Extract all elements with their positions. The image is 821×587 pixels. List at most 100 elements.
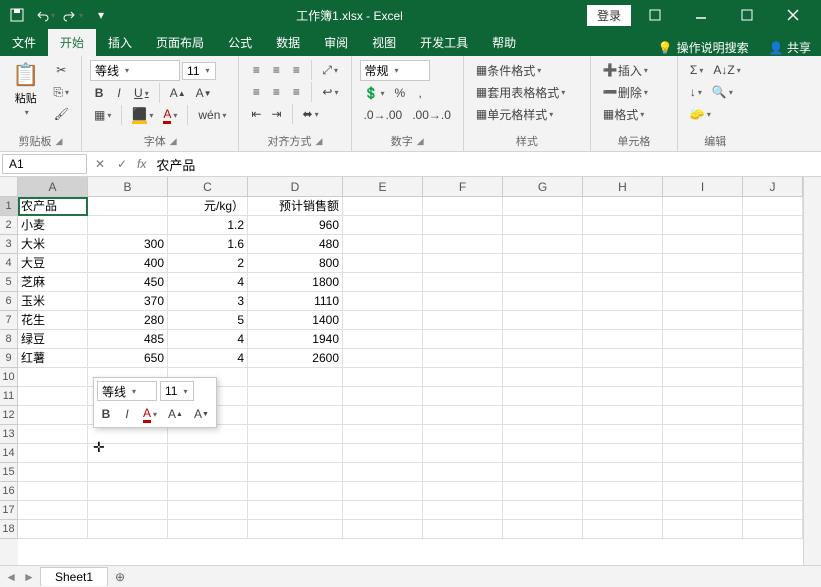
cell[interactable] xyxy=(583,406,663,425)
cell[interactable] xyxy=(423,254,503,273)
cell[interactable]: 1110 xyxy=(248,292,343,311)
currency-icon[interactable]: 💲▾ xyxy=(360,83,389,103)
cell[interactable] xyxy=(343,349,423,368)
fx-icon[interactable]: fx xyxy=(133,157,150,171)
cell[interactable] xyxy=(18,387,88,406)
cell[interactable] xyxy=(583,501,663,520)
row-header[interactable]: 2 xyxy=(0,216,18,235)
cell[interactable] xyxy=(663,406,743,425)
cell[interactable] xyxy=(343,444,423,463)
ribbon-options-icon[interactable] xyxy=(633,0,677,30)
cell[interactable] xyxy=(583,254,663,273)
cell[interactable] xyxy=(743,501,803,520)
cell[interactable] xyxy=(663,368,743,387)
cell[interactable]: 预计销售额 xyxy=(248,197,343,216)
cell[interactable] xyxy=(583,197,663,216)
cell[interactable] xyxy=(583,292,663,311)
cell[interactable] xyxy=(663,330,743,349)
cell[interactable] xyxy=(168,482,248,501)
cell[interactable] xyxy=(503,197,583,216)
tab-开发工具[interactable]: 开发工具 xyxy=(408,29,480,56)
cell[interactable]: 5 xyxy=(168,311,248,330)
cell[interactable]: 小麦 xyxy=(18,216,88,235)
sort-filter-icon[interactable]: A↓Z▾ xyxy=(709,60,744,80)
cell[interactable]: 4 xyxy=(168,330,248,349)
row-header[interactable]: 5 xyxy=(0,273,18,292)
cell[interactable] xyxy=(743,387,803,406)
cell[interactable] xyxy=(503,216,583,235)
cell[interactable] xyxy=(343,254,423,273)
cell[interactable] xyxy=(503,444,583,463)
cell[interactable] xyxy=(503,311,583,330)
dialog-launcher-icon[interactable]: ◢ xyxy=(170,136,177,147)
cell[interactable] xyxy=(503,425,583,444)
format-as-table-button[interactable]: ▦ 套用表格格式▾ xyxy=(472,82,582,102)
column-header[interactable]: D xyxy=(248,177,343,197)
row-header[interactable]: 14 xyxy=(0,444,18,463)
comma-icon[interactable]: , xyxy=(411,83,429,103)
row-header[interactable]: 17 xyxy=(0,501,18,520)
font-name-combo[interactable]: 等线▾ xyxy=(90,60,180,81)
tab-公式[interactable]: 公式 xyxy=(216,29,264,56)
cell[interactable] xyxy=(248,406,343,425)
row-header[interactable]: 13 xyxy=(0,425,18,444)
cell[interactable] xyxy=(343,501,423,520)
cell[interactable] xyxy=(423,520,503,539)
cell[interactable] xyxy=(503,235,583,254)
mini-font-combo[interactable]: 等线▾ xyxy=(97,381,157,401)
autosum-icon[interactable]: Σ▾ xyxy=(686,60,707,80)
mini-grow-font-icon[interactable]: A▲ xyxy=(164,404,187,424)
cell[interactable] xyxy=(663,254,743,273)
column-header[interactable]: C xyxy=(168,177,248,197)
cell[interactable] xyxy=(663,197,743,216)
cell[interactable] xyxy=(663,444,743,463)
sheet-nav[interactable]: ◄► xyxy=(0,570,40,584)
mini-italic-button[interactable]: I xyxy=(118,404,136,424)
cell[interactable] xyxy=(663,463,743,482)
cell[interactable]: 3 xyxy=(168,292,248,311)
sheet-tab-sheet1[interactable]: Sheet1 xyxy=(40,567,108,586)
cell[interactable] xyxy=(663,501,743,520)
cell[interactable] xyxy=(503,254,583,273)
cell[interactable] xyxy=(18,520,88,539)
borders-icon[interactable]: ▦▾ xyxy=(90,105,115,125)
italic-button[interactable]: I xyxy=(110,83,128,103)
cell[interactable] xyxy=(663,387,743,406)
cell[interactable] xyxy=(583,235,663,254)
shrink-font-icon[interactable]: A▼ xyxy=(192,83,216,103)
cell[interactable]: 960 xyxy=(248,216,343,235)
row-header[interactable]: 8 xyxy=(0,330,18,349)
wrap-text-icon[interactable]: ↩▾ xyxy=(318,82,342,102)
grow-font-icon[interactable]: A▲ xyxy=(166,83,190,103)
cell[interactable] xyxy=(168,444,248,463)
cell[interactable] xyxy=(18,501,88,520)
align-right-icon[interactable]: ≡ xyxy=(287,82,305,102)
column-header[interactable]: J xyxy=(743,177,803,197)
align-middle-icon[interactable]: ≡ xyxy=(267,60,285,80)
align-left-icon[interactable]: ≡ xyxy=(247,82,265,102)
cell[interactable]: 480 xyxy=(248,235,343,254)
cell[interactable] xyxy=(88,520,168,539)
cell[interactable] xyxy=(248,463,343,482)
cell[interactable] xyxy=(18,482,88,501)
cell[interactable] xyxy=(503,463,583,482)
share-button[interactable]: 👤 共享 xyxy=(769,39,811,56)
cell[interactable] xyxy=(583,520,663,539)
row-header[interactable]: 11 xyxy=(0,387,18,406)
tab-视图[interactable]: 视图 xyxy=(360,29,408,56)
cell[interactable]: 元/kg） xyxy=(168,197,248,216)
format-painter-icon[interactable]: 🖌 xyxy=(49,104,73,124)
cell[interactable] xyxy=(503,292,583,311)
chevron-left-icon[interactable]: ◄ xyxy=(5,570,17,584)
cell[interactable] xyxy=(743,216,803,235)
cell[interactable] xyxy=(663,425,743,444)
column-header[interactable]: G xyxy=(503,177,583,197)
column-header[interactable]: A xyxy=(18,177,88,197)
cell[interactable]: 370 xyxy=(88,292,168,311)
cancel-formula-icon[interactable]: ✕ xyxy=(89,157,111,171)
cell[interactable] xyxy=(423,273,503,292)
close-icon[interactable] xyxy=(771,0,815,30)
cell[interactable] xyxy=(743,368,803,387)
cell[interactable] xyxy=(88,197,168,216)
dialog-launcher-icon[interactable]: ◢ xyxy=(316,136,323,147)
